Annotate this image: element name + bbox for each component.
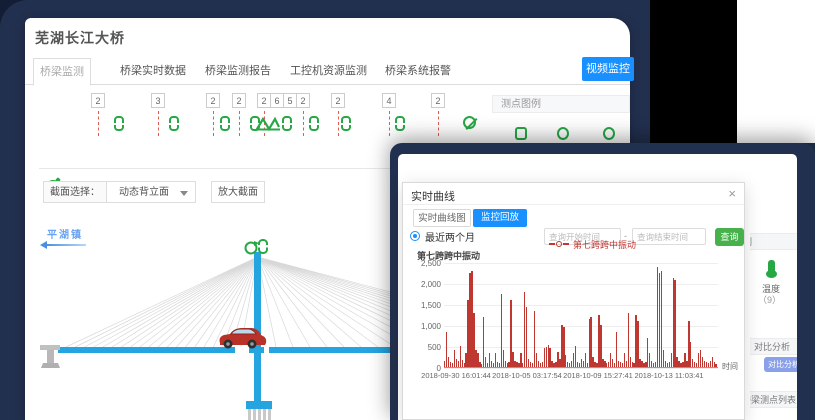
chain-sensor-icon[interactable] bbox=[395, 116, 405, 131]
chain-sensor-icon[interactable] bbox=[220, 116, 230, 131]
realtime-curve-modal: 实时曲线 × 实时曲线图 监控回放 最近两个月 - 查询 第七跨跨中振动 第七跨… bbox=[402, 182, 745, 420]
chain-sensor-icon[interactable] bbox=[309, 116, 319, 131]
tower-piles bbox=[248, 409, 271, 420]
gridline bbox=[444, 368, 718, 369]
y-tick-label: 1,000 bbox=[405, 322, 441, 331]
legend-sensor-icon[interactable] bbox=[603, 127, 615, 140]
last-two-months-radio[interactable] bbox=[410, 231, 420, 241]
sensor-count-badge: 2 bbox=[232, 93, 246, 108]
close-icon[interactable]: × bbox=[728, 186, 736, 201]
measure-point-line bbox=[303, 111, 304, 136]
tab-bar: 桥梁监测 桥梁实时数据 桥梁监测报告 工控机资源监测 桥梁系统报警 视频监控 bbox=[25, 58, 630, 85]
background-window bbox=[737, 0, 815, 143]
legend-sensor-icon[interactable] bbox=[515, 127, 527, 140]
compare-analysis-button[interactable]: 对比分析 bbox=[764, 357, 797, 372]
compare-analysis-header: 对比分析 bbox=[750, 338, 797, 355]
sensor-count-badge: 6 bbox=[270, 93, 284, 108]
sensor-count-badge: 2 bbox=[331, 93, 345, 108]
chevron-down-icon bbox=[180, 191, 188, 196]
modal-title: 实时曲线 bbox=[411, 188, 455, 204]
chain-sensor-icon[interactable] bbox=[282, 116, 292, 131]
measure-point-line bbox=[213, 111, 214, 136]
x-tick-label: 2018-10-05 03:17:54 bbox=[487, 371, 567, 380]
bridge-tower bbox=[254, 252, 261, 405]
measure-point-line bbox=[239, 111, 240, 136]
x-tick-label: 2018-10-13 11:03:41 bbox=[629, 371, 709, 380]
tab-bridge-monitoring[interactable]: 桥梁监测 bbox=[33, 58, 91, 86]
sensor-row: 23222652242 bbox=[25, 90, 505, 148]
video-monitor-button[interactable]: 视频监控 bbox=[582, 57, 634, 81]
page-title: 芜湖长江大桥 bbox=[35, 28, 125, 48]
legend-marker bbox=[549, 243, 555, 245]
y-tick-label: 1,500 bbox=[405, 301, 441, 310]
thermometer-icon[interactable] bbox=[768, 260, 775, 273]
truss-sensor-icon[interactable] bbox=[256, 116, 280, 132]
query-end-time-input[interactable] bbox=[632, 228, 706, 245]
right-sidebar: 测点图例 温度 （9） 对比分析 对比分析 桥梁测点列表 bbox=[750, 154, 797, 420]
black-region bbox=[650, 0, 737, 143]
legend-sensor-icon[interactable] bbox=[557, 127, 569, 140]
modal-header: 实时曲线 × bbox=[403, 183, 744, 205]
sensor-count-badge: 2 bbox=[257, 93, 271, 108]
chain-sensor-icon[interactable] bbox=[114, 116, 124, 131]
tab-realtime-curve[interactable]: 实时曲线图 bbox=[413, 209, 471, 227]
section-select-value: 动态背立面 bbox=[119, 187, 169, 198]
sidebar-legend-header: 测点图例 bbox=[750, 233, 797, 250]
y-tick-label: 2,500 bbox=[405, 259, 441, 268]
legend-marker-circle bbox=[556, 241, 562, 247]
x-tick-label: 2018-10-09 15:27:41 bbox=[558, 371, 638, 380]
chart-bars bbox=[444, 263, 718, 368]
section-select-label: 截面选择： bbox=[43, 181, 107, 203]
enlarge-section-button[interactable]: 放大截面 bbox=[211, 181, 265, 203]
chart-bar bbox=[674, 280, 675, 367]
last-two-months-label: 最近两个月 bbox=[425, 229, 475, 244]
sensor-count-badge: 2 bbox=[206, 93, 220, 108]
sensor-count-badge: 5 bbox=[283, 93, 297, 108]
desktop: 芜湖长江大桥 桥梁监测 桥梁实时数据 桥梁监测报告 工控机资源监测 桥梁系统报警… bbox=[0, 0, 815, 420]
section-select-dropdown[interactable]: 动态背立面 bbox=[106, 181, 196, 203]
tower-cap bbox=[246, 401, 272, 409]
bridge-abutment bbox=[40, 345, 60, 368]
chain-sensor-icon[interactable] bbox=[169, 116, 179, 131]
legend-panel-header: 测点图例 bbox=[492, 95, 630, 113]
chart-legend[interactable]: 第七跨跨中振动 bbox=[549, 239, 636, 249]
chart-bar bbox=[715, 364, 716, 367]
sensor-count-badge: 2 bbox=[91, 93, 105, 108]
legend-marker bbox=[563, 243, 569, 245]
point-list-header: 桥梁测点列表 bbox=[750, 391, 797, 408]
tab-monitor-report[interactable]: 桥梁监测报告 bbox=[205, 58, 271, 85]
measure-point-line bbox=[389, 111, 390, 136]
legend-series-name: 第七跨跨中振动 bbox=[573, 238, 636, 251]
tab-monitor-playback[interactable]: 监控回放 bbox=[473, 209, 527, 227]
query-button[interactable]: 查询 bbox=[715, 228, 744, 246]
measure-point-line bbox=[438, 111, 439, 136]
sensor-count-badge: 2 bbox=[296, 93, 310, 108]
chain-sensor-icon[interactable] bbox=[341, 116, 351, 131]
y-tick-label: 500 bbox=[405, 343, 441, 352]
sensor-count-badge: 2 bbox=[431, 93, 445, 108]
x-axis-name: 时间 bbox=[722, 361, 738, 372]
measure-point-line bbox=[158, 111, 159, 136]
temperature-count: （9） bbox=[758, 293, 781, 306]
measure-point-line bbox=[338, 111, 339, 136]
measure-point-line bbox=[98, 111, 99, 136]
x-tick-label: 2018-09-30 16:01:44 bbox=[416, 371, 496, 380]
sensor-count-badge: 3 bbox=[151, 93, 165, 108]
disabled-sensor-icon bbox=[463, 116, 476, 129]
y-tick-label: 2,000 bbox=[405, 280, 441, 289]
tower-top-sensor-icon[interactable] bbox=[246, 240, 269, 254]
tab-realtime-data[interactable]: 桥梁实时数据 bbox=[120, 58, 186, 85]
tab-system-alarm[interactable]: 桥梁系统报警 bbox=[385, 58, 451, 85]
sensor-count-badge: 4 bbox=[382, 93, 396, 108]
tab-ipc-resource[interactable]: 工控机资源监测 bbox=[290, 58, 367, 85]
